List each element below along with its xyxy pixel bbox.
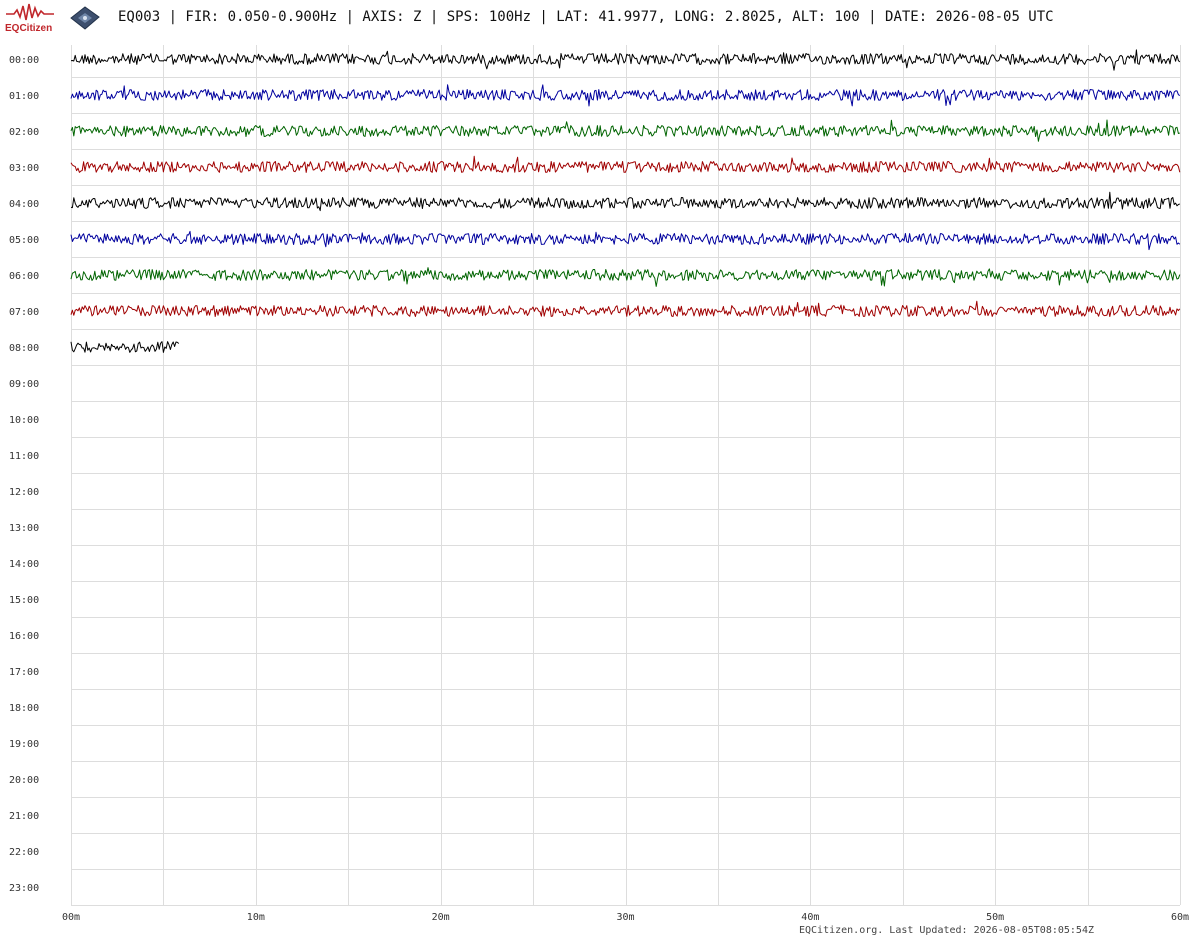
row-label: 01:00 [9,91,39,102]
row-label: 13:00 [9,523,39,534]
row-label: 18:00 [9,703,39,714]
trace-0200 [70,119,1180,142]
x-tick-label: 60m [1171,912,1189,923]
x-tick-label: 30m [616,912,634,923]
row-label: 06:00 [9,271,39,282]
trace-0800 [70,341,180,353]
row-label: 05:00 [9,235,39,246]
row-label: 20:00 [9,775,39,786]
last-updated-note: EQCitizen.org. Last Updated: 2026-08-05T… [798,925,1094,936]
row-label: 19:00 [9,739,39,750]
row-label: 00:00 [9,55,39,66]
row-label: 17:00 [9,667,39,678]
row-label: 08:00 [9,343,39,354]
x-tick-label: 40m [801,912,819,923]
row-label: 14:00 [9,559,39,570]
x-tick-label: 50m [986,912,1004,923]
trace-0300 [70,155,1181,173]
x-tick-label: 10m [247,912,265,923]
row-label: 09:00 [9,379,39,390]
trace-0000 [70,49,1181,71]
trace-0700 [70,300,1181,317]
row-label: 03:00 [9,163,39,174]
row-label: 04:00 [9,199,39,210]
row-label: 16:00 [9,631,39,642]
x-tick-label: 00m [62,912,80,923]
row-label: 10:00 [9,415,39,426]
row-label: 11:00 [9,451,39,462]
row-label: 21:00 [9,811,39,822]
row-label: 23:00 [9,883,39,894]
row-label: 15:00 [9,595,39,606]
trace-0500 [70,230,1181,251]
trace-0400 [70,191,1180,212]
trace-0600 [70,267,1181,287]
row-label: 22:00 [9,847,39,858]
row-label: 07:00 [9,307,39,318]
x-tick-label: 20m [432,912,450,923]
row-label: 12:00 [9,487,39,498]
helicorder-chart: 00:00 01:00 02:00 03:00 04:00 05:00 06:00 07:00… [9,45,1189,923]
trace-0100 [70,84,1181,107]
row-label: 02:00 [9,127,39,138]
